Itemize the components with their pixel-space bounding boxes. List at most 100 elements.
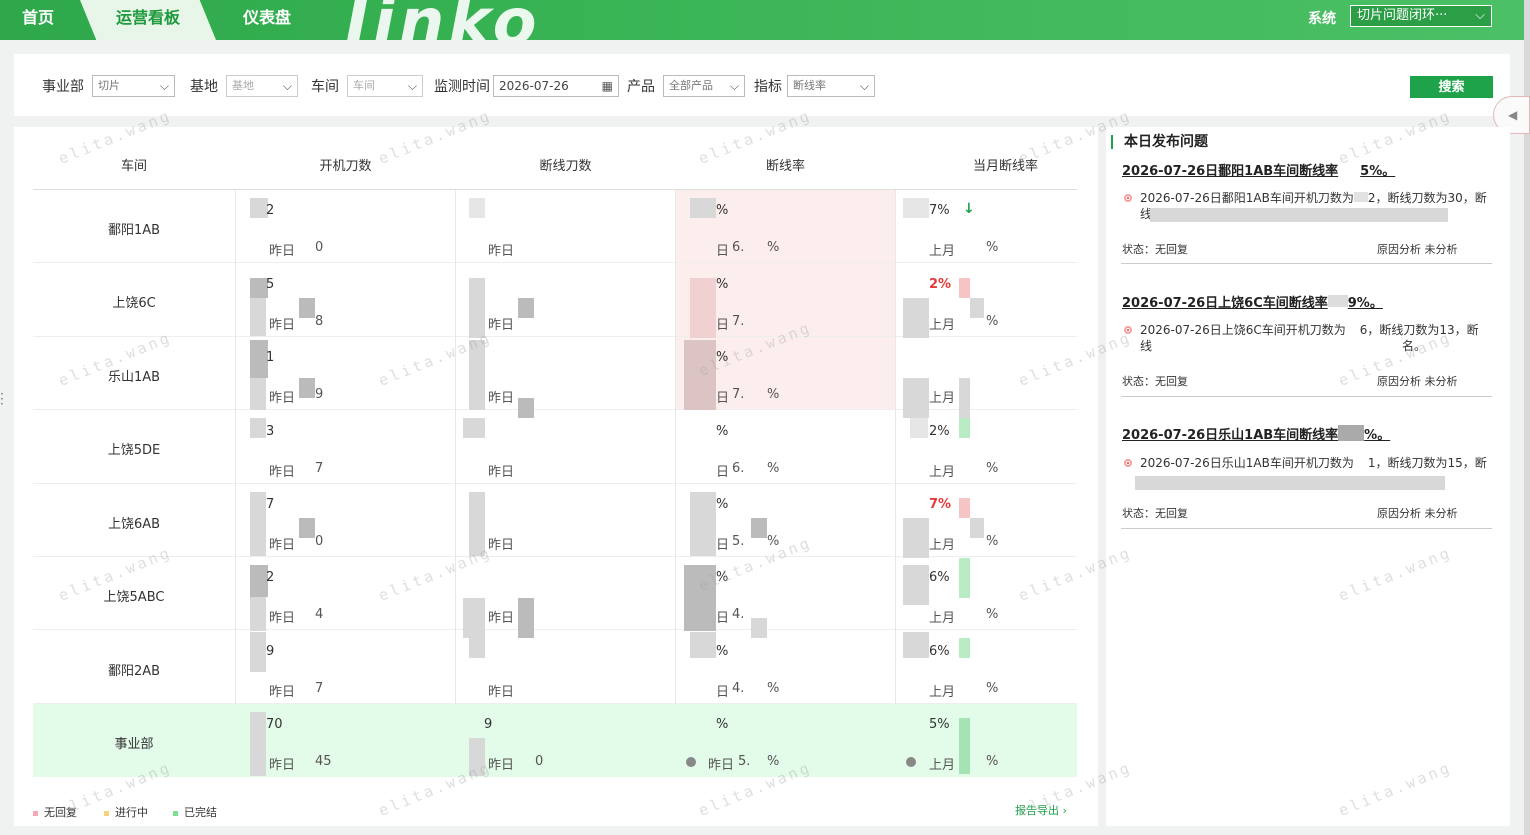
break-blades-value: 9 [484,717,493,732]
month-yesterday-value: % [986,607,999,622]
tab-home[interactable]: 首页 [22,0,82,40]
header-workshop: 车间 [120,159,147,174]
chevron-left-icon: ◀ [1508,108,1518,122]
issue-title-link[interactable]: 2026-07-26日乐山1AB车间断线率 %。 [1122,424,1390,443]
redacted-block [970,518,984,538]
workshop-label: 车间 [311,79,339,95]
drag-handle-icon[interactable]: · · · [0,388,4,410]
last-month-label: 上月 [929,611,956,626]
redacted-block [751,618,767,638]
redacted-block [250,378,266,410]
issue-desc-text: 2026-07-26日鄱阳1AB车间开机刀数为 [1140,191,1354,205]
break-yesterday-value: 0 [535,754,544,769]
tab-dashboard[interactable]: 仪表盘 [243,0,323,40]
redacted-block [751,518,767,538]
issue-title-text: 2026-07-26日乐山1AB车间断线率 [1122,428,1339,443]
redacted-block [250,418,266,438]
yesterday-label: 昨日 [708,758,735,773]
rate-yesterday-value: 6. [732,461,745,476]
break-rate-value: % [716,570,729,585]
break-rate-value: % [716,424,729,439]
legend-swatch [104,810,109,816]
redacted-block [469,198,485,218]
workshop-name: 上饶6AB [107,517,161,532]
rate-yesterday-suffix: % [767,387,780,402]
status-no-reply-icon [1124,459,1132,467]
rate-yesterday-suffix: % [767,534,780,549]
redacted-block [903,378,929,418]
issue-title-link[interactable]: 2026-07-26日鄱阳1AB车间断线率 5%。 [1122,160,1395,179]
legend-swatch [33,810,38,816]
system-select[interactable]: 切片问题闭环··· ⌵ [1350,5,1492,27]
status-dot [686,757,696,767]
last-month-label: 上月 [929,391,956,406]
redacted-block [250,298,266,336]
indicator-select[interactable]: 断线率 ⌵ [787,75,875,97]
legend-swatch [173,810,178,816]
start-blades-value: 9 [266,644,275,659]
status-dot [906,757,916,767]
yesterday-short-label: 日 [716,611,730,626]
redacted-block [1150,208,1448,222]
month-rate-value: 6% [929,570,950,585]
monitor-time-label: 监测时间 [434,79,490,95]
division-select-value: 切片 [98,79,120,92]
yesterday-label: 昨日 [269,465,296,480]
issue-divider [1121,396,1492,397]
workshop-select[interactable]: 车间 ⌵ [347,75,423,97]
workshop-name: 鄱阳1AB [107,223,161,238]
issue-desc-mid: 2，断线刀数为30，断 [1367,191,1487,205]
redacted-block [903,632,929,658]
month-rate-value: 2% [929,277,952,292]
date-input[interactable]: 2026-07-26 ▦ [493,75,619,97]
yesterday-label: 昨日 [269,538,296,553]
issue-title-text: 2026-07-26日鄱阳1AB车间断线率 [1122,164,1339,179]
yesterday-label: 昨日 [488,391,515,406]
issue-desc-text: 2026-07-26日乐山1AB车间开机刀数为 [1140,456,1354,470]
issue-cause: 原因分析 未分析 [1377,243,1458,256]
yesterday-label: 昨日 [269,685,296,700]
tab-operations-board[interactable]: 运营看板 [80,0,216,40]
break-rate-value: % [716,644,729,659]
month-yesterday-value: % [986,681,999,696]
product-select[interactable]: 全部产品 ⌵ [663,75,745,97]
status-no-reply-icon [1124,194,1132,202]
issue-title-suffix: %。 [1364,428,1391,443]
issue-desc-text: 2026-07-26日上饶6C车间开机刀数为 [1140,323,1346,337]
month-rate-value: 7% [929,497,952,512]
indicator-label: 指标 [754,79,782,95]
redacted-block [250,597,266,631]
legend-item-in-progress: 进行中 [104,804,148,820]
yesterday-label: 昨日 [269,758,296,773]
rate-yesterday-value: 4. [732,607,745,622]
division-select[interactable]: 切片 ⌵ [92,75,175,97]
date-input-value: 2026-07-26 [499,79,569,93]
redacted-block [910,418,928,438]
redacted-block [1338,425,1365,441]
redacted-block [959,378,970,418]
month-rate-value: 7% [929,203,950,218]
issue-cause: 原因分析 未分析 [1377,375,1458,388]
redacted-block [518,298,534,318]
start-yesterday-value: 8 [315,314,324,329]
calendar-icon[interactable]: ▦ [602,76,613,96]
month-rate-value: 6% [929,644,950,659]
month-yesterday-value: % [986,534,999,549]
month-yesterday-value: % [986,240,999,255]
month-yesterday-value: % [986,754,999,769]
issue-title-text: 2026-07-26日上饶6C车间断线率 [1122,296,1328,311]
redacted-block [469,340,485,410]
base-select-placeholder: 基地 [232,79,254,92]
last-month-label: 上月 [929,244,956,259]
start-blades-value: 1 [266,350,275,365]
redacted-block [299,378,315,398]
redacted-block [690,492,716,556]
issue-title-link[interactable]: 2026-07-26日上饶6C车间断线率 9%。 [1122,292,1383,311]
trend-down-icon: ↓ [963,201,975,217]
base-select[interactable]: 基地 ⌵ [226,75,298,97]
start-yesterday-value: 4 [315,607,324,622]
division-label: 事业部 [42,79,84,95]
yesterday-short-label: 日 [716,538,730,553]
export-report-link[interactable]: 报告导出 › [1015,802,1067,818]
search-button[interactable]: 搜索 [1410,76,1493,98]
